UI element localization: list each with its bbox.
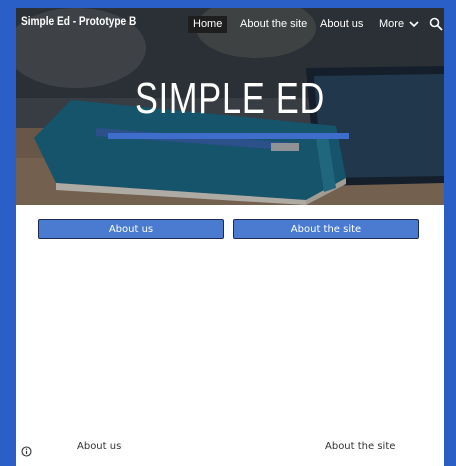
nav-item-home[interactable]: Home [188,16,227,33]
footer-link-about-us[interactable]: About us [77,441,121,452]
nav-item-more[interactable]: More [374,16,409,33]
hero-title: SIMPLE ED [134,74,326,123]
page: Simple Ed - Prototype B Home About the s… [16,8,444,466]
nav-item-about-the-site[interactable]: About the site [235,16,312,33]
about-the-site-button[interactable]: About the site [233,219,419,239]
top-navigation-bar: Simple Ed - Prototype B Home About the s… [16,8,444,40]
about-us-button[interactable]: About us [38,219,224,239]
info-icon[interactable] [21,446,32,457]
site-title[interactable]: Simple Ed - Prototype B [21,16,136,28]
hero-title-underline [108,133,349,139]
nav-item-about-us[interactable]: About us [315,16,368,33]
search-icon[interactable] [429,17,443,31]
footer-link-about-the-site[interactable]: About the site [325,441,395,452]
hero-banner: Simple Ed - Prototype B Home About the s… [16,8,444,205]
chevron-down-icon[interactable] [409,19,419,29]
